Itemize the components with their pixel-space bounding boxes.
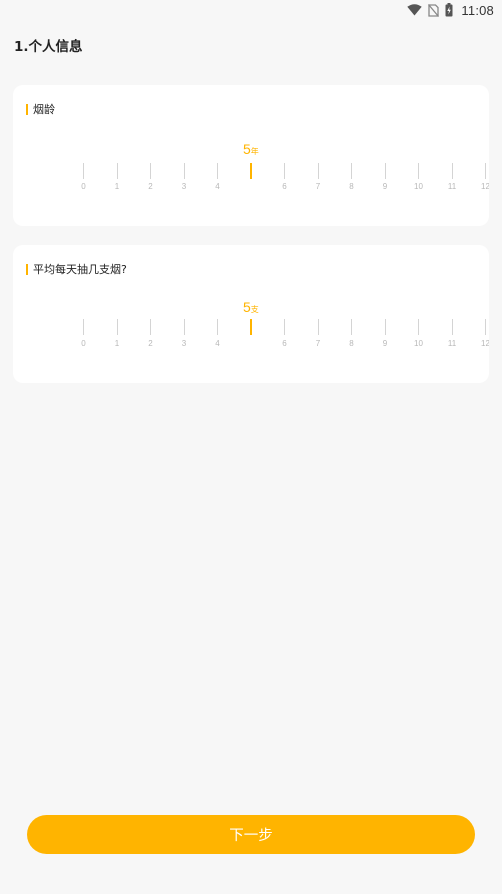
- ruler-tick: [384, 163, 386, 179]
- ruler-tick: [116, 163, 118, 179]
- battery-charging-icon: [445, 3, 453, 17]
- selected-value-display: 5支: [243, 297, 259, 316]
- cigarettes-per-day-ruler[interactable]: 5支 0 1 2 3 4 6 7 8 9 10 11 12: [13, 245, 489, 386]
- ruler-tick-label: 7: [315, 182, 321, 191]
- ruler-tick: [83, 163, 84, 179]
- ruler-tick: [485, 319, 486, 335]
- ruler-tick-label: 2: [148, 339, 153, 348]
- ruler-tick-label: 11: [447, 339, 457, 348]
- ruler-tick-label: 12: [481, 182, 489, 191]
- ruler-tick-label: 2: [148, 182, 153, 191]
- ruler-tick-label: 6: [282, 339, 287, 348]
- smoking-years-card: 烟龄 5年 0 1 2 3 4 6 7 8 9 10 11 12: [13, 85, 489, 226]
- ruler-tick-label: 10: [414, 339, 423, 348]
- selected-unit: 年: [250, 147, 259, 156]
- ruler-tick: [183, 319, 185, 335]
- ruler-tick: [451, 319, 453, 335]
- selected-value: 5: [243, 141, 251, 157]
- ruler-tick-label: 1: [114, 339, 120, 348]
- ruler-tick-label: 9: [382, 182, 388, 191]
- ruler-tick-label: 3: [181, 339, 187, 348]
- ruler-tick: [150, 319, 151, 335]
- ruler-tick-label: 1: [114, 182, 120, 191]
- ruler-tick-label: 0: [81, 182, 86, 191]
- next-step-button[interactable]: 下一步: [27, 815, 475, 854]
- ruler-tick: [150, 163, 151, 179]
- ruler-tick-label: 4: [215, 182, 220, 191]
- ruler-tick-selected: [250, 163, 252, 179]
- smoking-years-ruler[interactable]: 5年 0 1 2 3 4 6 7 8 9 10 11 12: [13, 85, 489, 226]
- ruler-tick: [384, 319, 386, 335]
- ruler-tick: [217, 319, 218, 335]
- ruler-tick-label: 8: [349, 182, 354, 191]
- ruler-tick: [183, 163, 185, 179]
- ruler-tick: [83, 319, 84, 335]
- ruler-tick-label: 11: [447, 182, 457, 191]
- ruler-tick: [317, 319, 319, 335]
- ruler-tick: [116, 319, 118, 335]
- selected-value-display: 5年: [243, 139, 259, 158]
- cigarettes-per-day-card: 平均每天抽几支烟? 5支 0 1 2 3 4 6 7 8 9 10 11 12: [13, 245, 489, 383]
- ruler-tick: [317, 163, 319, 179]
- ruler-tick-label: 4: [215, 339, 220, 348]
- status-bar: 11:08: [0, 0, 502, 20]
- ruler-tick: [351, 163, 352, 179]
- selected-unit: 支: [250, 305, 259, 314]
- ruler-tick: [284, 319, 285, 335]
- section-title: 1.个人信息: [14, 39, 83, 55]
- selected-value: 5: [243, 299, 251, 315]
- ruler-tick: [418, 163, 419, 179]
- ruler-tick-label: 6: [282, 182, 287, 191]
- ruler-tick: [418, 319, 419, 335]
- ruler-tick: [451, 163, 453, 179]
- wifi-icon: [407, 4, 423, 16]
- ruler-tick-label: 10: [414, 182, 423, 191]
- status-time: 11:08: [461, 2, 494, 18]
- no-sim-icon: [428, 3, 440, 17]
- ruler-tick-label: 12: [481, 339, 489, 348]
- ruler-tick: [485, 163, 486, 179]
- ruler-tick-label: 8: [349, 339, 354, 348]
- ruler-tick-label: 3: [181, 182, 187, 191]
- status-icons: 11:08: [407, 2, 494, 18]
- ruler-tick-label: 0: [81, 339, 86, 348]
- ruler-tick-label: 7: [315, 339, 321, 348]
- ruler-tick-label: 9: [382, 339, 388, 348]
- ruler-tick: [217, 163, 218, 179]
- ruler-tick: [284, 163, 285, 179]
- ruler-tick: [351, 319, 352, 335]
- ruler-tick-selected: [250, 319, 252, 335]
